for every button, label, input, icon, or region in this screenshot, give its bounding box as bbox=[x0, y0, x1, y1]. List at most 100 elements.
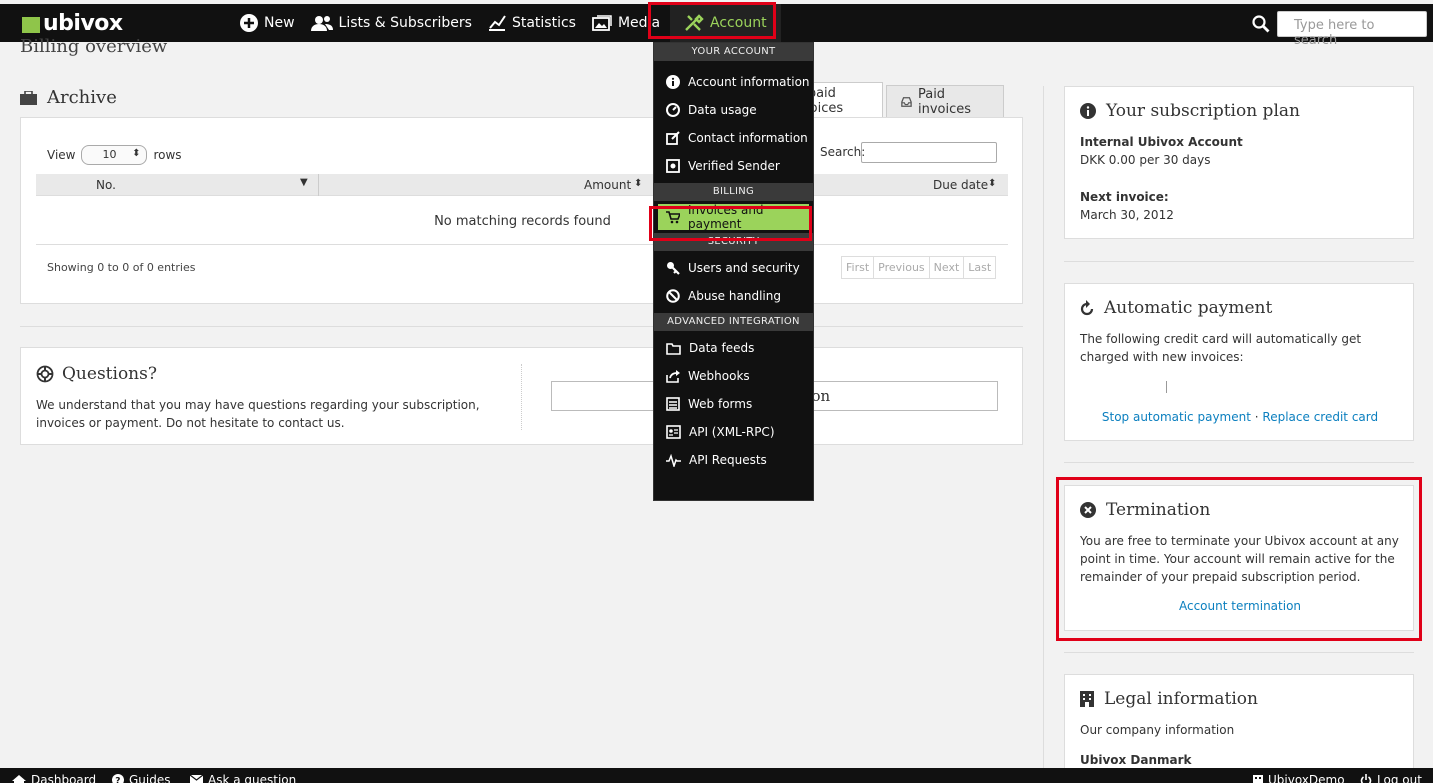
envelope-icon bbox=[190, 775, 203, 783]
rows-select[interactable]: 10 bbox=[81, 145, 148, 165]
key-icon bbox=[667, 262, 680, 275]
section-advanced-integration: ADVANCED INTEGRATION bbox=[654, 313, 813, 331]
home-icon bbox=[12, 775, 26, 783]
next-invoice-date: March 30, 2012 bbox=[1080, 208, 1174, 222]
col-due-date[interactable]: Due date bbox=[933, 178, 988, 192]
logo-text: ubivox bbox=[43, 10, 123, 36]
table-header: No. ▼ Amount ⬍ Due date ⬍ bbox=[36, 174, 1008, 196]
page-first[interactable]: First bbox=[842, 257, 875, 278]
search-icon[interactable] bbox=[1252, 15, 1270, 33]
menu-data-usage[interactable]: Data usage bbox=[654, 96, 813, 124]
nav-new-label: New bbox=[264, 15, 295, 31]
building-icon bbox=[1080, 691, 1094, 707]
nav-new[interactable]: New bbox=[232, 4, 303, 42]
nav-statistics-label: Statistics bbox=[511, 15, 576, 31]
legal-title: Legal information bbox=[1104, 689, 1258, 709]
menu-label: Abuse handling bbox=[688, 289, 781, 303]
footer-user-label: UbivoxDemo bbox=[1268, 773, 1345, 783]
view-label: View bbox=[47, 148, 76, 162]
menu-verified-sender[interactable]: Verified Sender bbox=[654, 152, 813, 180]
legal-details: Our company information Ubivox Danmark bbox=[1080, 721, 1234, 769]
sort-desc-icon[interactable]: ▼ bbox=[300, 177, 308, 188]
menu-webhooks[interactable]: Webhooks bbox=[654, 362, 813, 390]
account-dropdown-menu: YOUR ACCOUNT Account information Data us… bbox=[653, 42, 814, 501]
empty-message: No matching records found bbox=[21, 214, 1024, 229]
section-billing: BILLING bbox=[654, 183, 813, 201]
page-last[interactable]: Last bbox=[964, 257, 995, 278]
account-highlight-box bbox=[648, 2, 776, 39]
users-icon bbox=[310, 16, 333, 31]
info-icon bbox=[666, 75, 680, 89]
page-previous[interactable]: Previous bbox=[874, 257, 930, 278]
termination-highlight-box bbox=[1056, 477, 1422, 641]
menu-abuse-handling[interactable]: Abuse handling bbox=[654, 282, 813, 310]
autopay-links: Stop automatic payment · Replace credit … bbox=[1065, 410, 1415, 424]
menu-label: Account information bbox=[688, 75, 810, 89]
info-icon bbox=[1080, 103, 1096, 119]
questions-panel: Questions? We understand that you may ha… bbox=[20, 347, 1023, 445]
autopay-card: Automatic payment The following credit c… bbox=[1064, 283, 1414, 441]
menu-web-forms[interactable]: Web forms bbox=[654, 390, 813, 418]
picture-icon bbox=[592, 15, 612, 31]
questions-heading: Questions? bbox=[36, 364, 157, 384]
autopay-text: The following credit card will automatic… bbox=[1080, 332, 1362, 364]
questions-divider bbox=[521, 364, 522, 430]
entries-info: Showing 0 to 0 of 0 entries bbox=[47, 261, 196, 274]
nav-lists[interactable]: Lists & Subscribers bbox=[303, 4, 480, 42]
api-icon bbox=[666, 425, 681, 439]
menu-users-and-security[interactable]: Users and security bbox=[654, 254, 813, 282]
sort-both-icon[interactable]: ⬍ bbox=[634, 178, 642, 189]
footer-guides-label: Guides bbox=[129, 773, 171, 783]
ubivox-logo[interactable]: ubivox bbox=[22, 10, 123, 36]
invoices-highlight-box bbox=[649, 206, 812, 241]
power-icon bbox=[1360, 774, 1372, 783]
autopay-title: Automatic payment bbox=[1104, 298, 1273, 318]
stop-autopay-link[interactable]: Stop automatic payment bbox=[1102, 410, 1251, 424]
col-no[interactable]: No. bbox=[96, 178, 116, 192]
page-title: Billing overview bbox=[20, 36, 168, 57]
menu-data-feeds[interactable]: Data feeds bbox=[654, 334, 813, 362]
inbox-icon bbox=[901, 97, 912, 107]
card-placeholder-caret bbox=[1166, 381, 1167, 393]
menu-label: Users and security bbox=[688, 261, 800, 275]
folder-icon bbox=[666, 342, 681, 355]
legal-heading: Legal information bbox=[1080, 689, 1258, 709]
menu-label: Contact information bbox=[688, 131, 808, 145]
archive-title: Archive bbox=[47, 87, 117, 108]
company-name: Ubivox Danmark bbox=[1080, 753, 1192, 767]
footer-logout-label: Log out bbox=[1377, 773, 1422, 783]
legal-text: Our company information bbox=[1080, 723, 1235, 737]
archive-panel: View 10 rows Search: No. ▼ Amount ⬍ Due … bbox=[20, 117, 1023, 304]
global-search-input[interactable]: Type here to search bbox=[1277, 11, 1427, 48]
menu-contact-information[interactable]: Contact information bbox=[654, 124, 813, 152]
tab-paid-label: Paid invoices bbox=[917, 87, 971, 117]
ban-icon bbox=[666, 289, 680, 303]
table-search-input[interactable] bbox=[861, 142, 997, 163]
footer-logout[interactable]: Log out bbox=[1360, 773, 1422, 783]
footer-user[interactable]: UbivoxDemo bbox=[1253, 773, 1345, 783]
menu-label: Web forms bbox=[688, 397, 753, 411]
menu-api-xml-rpc[interactable]: API (XML-RPC) bbox=[654, 418, 813, 446]
subscription-heading: Your subscription plan bbox=[1080, 101, 1300, 121]
sidebar-divider bbox=[1043, 86, 1044, 783]
menu-label: Verified Sender bbox=[688, 159, 780, 173]
menu-label: Data feeds bbox=[689, 341, 755, 355]
footer-guides[interactable]: ? Guides bbox=[112, 773, 171, 783]
nav-statistics[interactable]: Statistics bbox=[480, 4, 584, 42]
page-next[interactable]: Next bbox=[930, 257, 965, 278]
menu-api-requests[interactable]: API Requests bbox=[654, 446, 813, 474]
menu-label: API Requests bbox=[689, 453, 767, 467]
pulse-icon bbox=[666, 453, 681, 467]
questions-text: We understand that you may have question… bbox=[36, 398, 480, 430]
footer-dashboard[interactable]: Dashboard bbox=[12, 773, 96, 783]
edit-icon bbox=[666, 131, 680, 145]
footer-ask-question[interactable]: Ask a question bbox=[190, 773, 296, 783]
table-bottom-line bbox=[36, 244, 1008, 245]
col-amount[interactable]: Amount bbox=[584, 178, 631, 192]
tab-paid-invoices[interactable]: Paid invoices bbox=[886, 85, 1004, 118]
section-divider bbox=[20, 326, 1023, 327]
menu-account-information[interactable]: Account information bbox=[654, 68, 813, 96]
replace-card-link[interactable]: Replace credit card bbox=[1262, 410, 1378, 424]
sort-both-icon[interactable]: ⬍ bbox=[988, 178, 996, 189]
plus-circle-icon bbox=[240, 14, 258, 32]
